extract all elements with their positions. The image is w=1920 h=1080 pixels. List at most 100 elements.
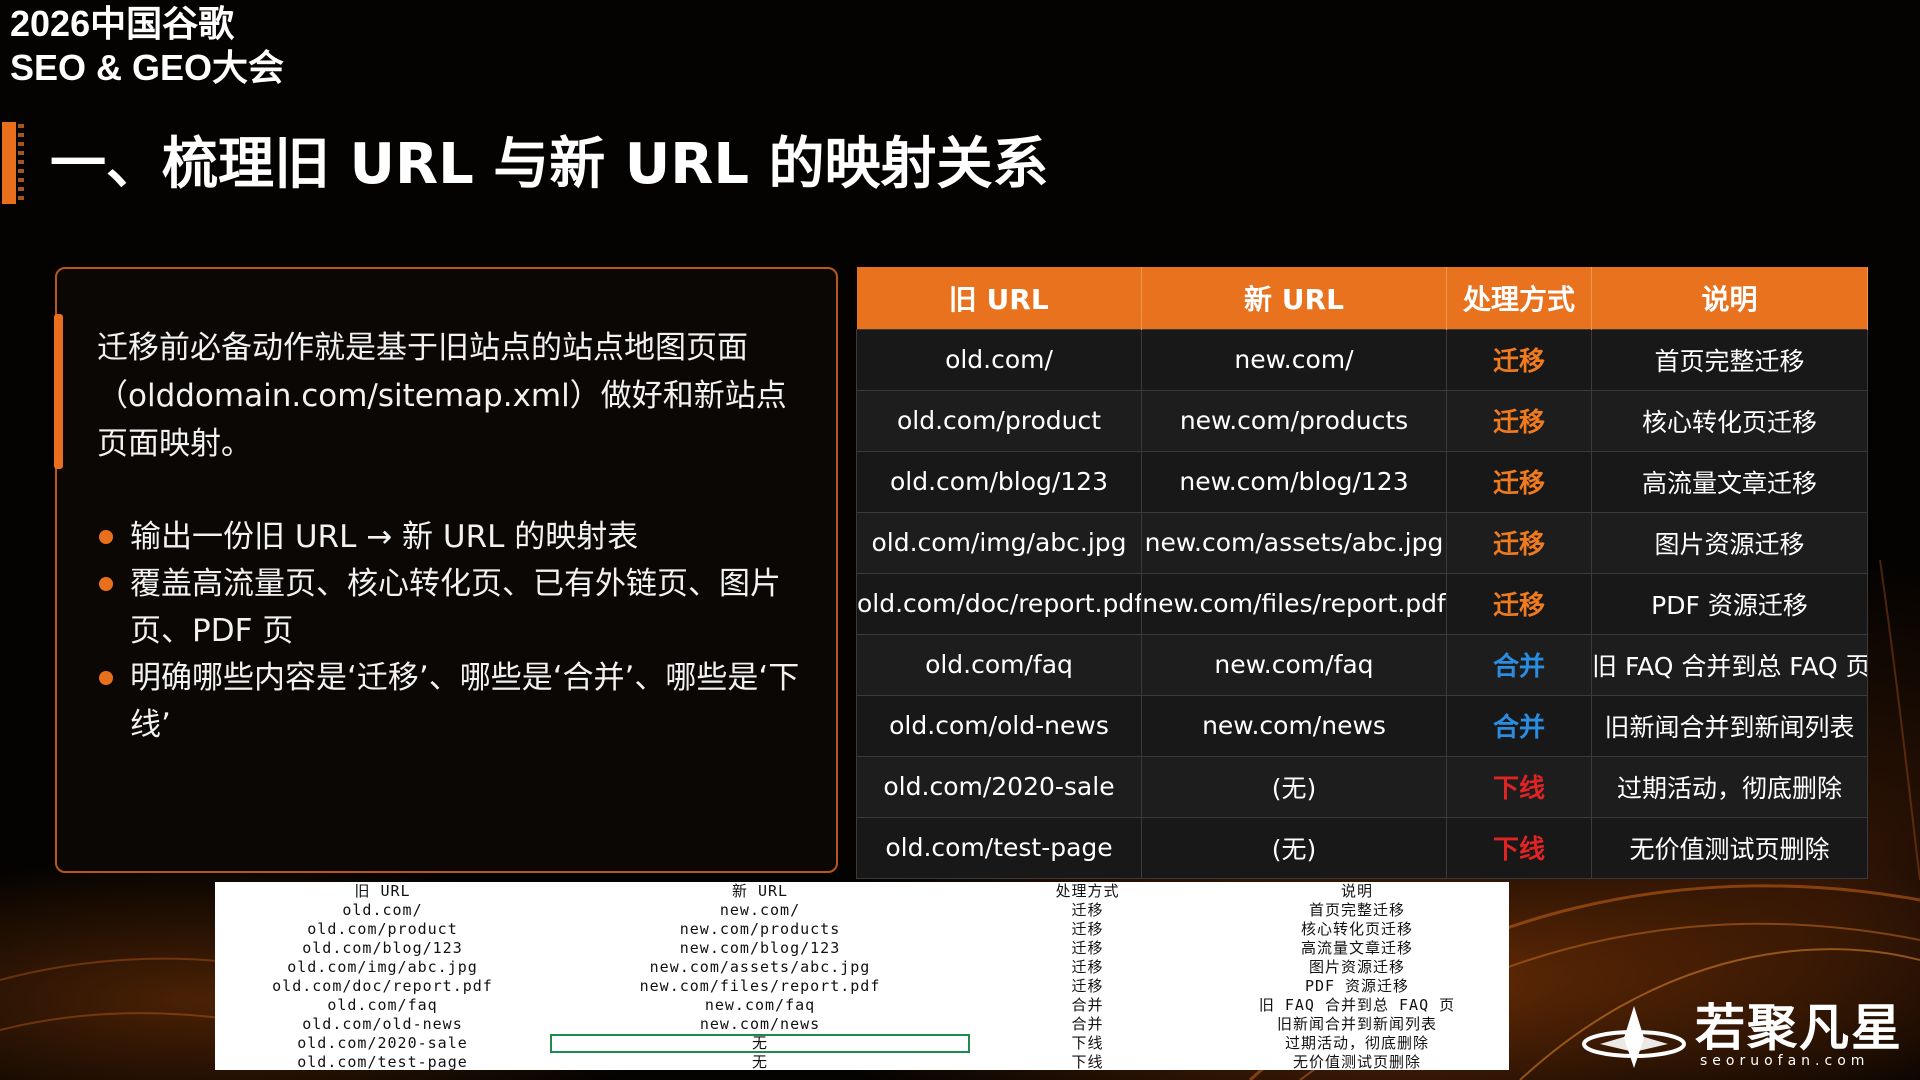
spreadsheet-row: old.com/blog/123 new.com/blog/123 迁移 高流量文章迁… xyxy=(215,939,1509,958)
spreadsheet-cell[interactable]: 无价值测试页删除 xyxy=(1205,1053,1509,1072)
spreadsheet-cell[interactable]: 高流量文章迁移 xyxy=(1205,939,1509,958)
method-cell: 迁移 xyxy=(1446,328,1592,391)
spreadsheet-cell[interactable]: 合并 xyxy=(970,1015,1205,1034)
old-url-cell: old.com/blog/123 xyxy=(856,450,1142,513)
spreadsheet-cell[interactable]: 无 xyxy=(550,1053,970,1072)
description-cell: 高流量文章迁移 xyxy=(1591,450,1868,513)
method-cell: 合并 xyxy=(1446,633,1592,696)
old-url-cell: old.com/faq xyxy=(856,633,1142,696)
mapping-table-row: old.com/old-news new.com/news 合并 旧新闻合并到新闻列表 xyxy=(856,694,1868,757)
old-url-cell: old.com/product xyxy=(856,389,1142,452)
spreadsheet-cell[interactable]: 迁移 xyxy=(970,939,1205,958)
description-cell: 核心转化页迁移 xyxy=(1591,389,1868,452)
old-url-cell: old.com/ xyxy=(856,328,1142,391)
mapping-table-row: old.com/doc/report.pdf new.com/files/repo… xyxy=(856,572,1868,635)
spreadsheet-cell[interactable]: 迁移 xyxy=(970,920,1205,939)
spreadsheet-selected-cell[interactable]: 无 xyxy=(550,1034,970,1053)
header-old-url: 旧 URL xyxy=(856,267,1142,329)
conference-title-line1: 2026中国谷歌 xyxy=(10,3,235,44)
star-logo-icon xyxy=(1582,1006,1686,1068)
spreadsheet-cell[interactable]: new.com/products xyxy=(550,920,970,939)
card-bullet-text: 覆盖高流量页、核心转化页、已有外链页、图片页、PDF 页 xyxy=(130,566,781,649)
spreadsheet-cell[interactable]: 下线 xyxy=(970,1034,1205,1053)
logo-name: 若聚凡星 xyxy=(1695,999,1903,1057)
spreadsheet-cell[interactable]: 核心转化页迁移 xyxy=(1205,920,1509,939)
card-accent-edge xyxy=(54,314,63,469)
spreadsheet-header-cell[interactable]: 新 URL xyxy=(550,882,970,901)
title-accent-dots xyxy=(18,124,24,200)
bullet-dot-icon xyxy=(99,530,113,544)
header-new-url: 新 URL xyxy=(1141,267,1447,329)
spreadsheet-cell[interactable]: old.com/doc/report.pdf xyxy=(215,977,550,996)
spreadsheet-header-cell[interactable]: 旧 URL xyxy=(215,882,550,901)
spreadsheet-header-row: 旧 URL 新 URL 处理方式 说明 xyxy=(215,882,1509,901)
spreadsheet-cell[interactable]: new.com/ xyxy=(550,901,970,920)
card-bullet-text: 输出一份旧 URL → 新 URL 的映射表 xyxy=(130,519,639,555)
method-cell: 迁移 xyxy=(1446,572,1592,635)
mapping-table-header-row: 旧 URL 新 URL 处理方式 说明 xyxy=(856,267,1868,329)
new-url-cell: new.com/faq xyxy=(1141,633,1447,696)
spreadsheet-cell[interactable]: old.com/img/abc.jpg xyxy=(215,958,550,977)
spreadsheet-cell[interactable]: old.com/old-news xyxy=(215,1015,550,1034)
spreadsheet-header-cell[interactable]: 处理方式 xyxy=(970,882,1205,901)
brand-logo: 若聚凡星 seoruofan.com xyxy=(1582,1000,1912,1072)
new-url-cell: new.com/assets/abc.jpg xyxy=(1141,511,1447,574)
description-cell: 首页完整迁移 xyxy=(1591,328,1868,391)
spreadsheet-cell[interactable]: 下线 xyxy=(970,1053,1205,1072)
spreadsheet-cell[interactable]: new.com/blog/123 xyxy=(550,939,970,958)
spreadsheet-row: old.com/2020-sale 无下线 过期活动，彻底删除 xyxy=(215,1034,1509,1053)
card-bullet-item: 明确哪些内容是‘迁移’、哪些是‘合并’、哪些是‘下线’ xyxy=(97,655,817,749)
spreadsheet-cell[interactable]: PDF 资源迁移 xyxy=(1205,977,1509,996)
spreadsheet-cell[interactable]: 首页完整迁移 xyxy=(1205,901,1509,920)
spreadsheet-cell[interactable]: 迁移 xyxy=(970,977,1205,996)
card-intro-text: 迁移前必备动作就是基于旧站点的站点地图页面（olddomain.com/site… xyxy=(97,330,787,462)
new-url-cell: new.com/ xyxy=(1141,328,1447,391)
old-url-cell: old.com/test-page xyxy=(856,816,1142,879)
spreadsheet-cell[interactable]: old.com/blog/123 xyxy=(215,939,550,958)
bullet-dot-icon xyxy=(99,577,113,591)
spreadsheet-cell[interactable]: 合并 xyxy=(970,996,1205,1015)
spreadsheet-cell[interactable]: old.com/ xyxy=(215,901,550,920)
new-url-cell: new.com/blog/123 xyxy=(1141,450,1447,513)
spreadsheet-cell[interactable]: new.com/files/report.pdf xyxy=(550,977,970,996)
card-bullet-text: 明确哪些内容是‘迁移’、哪些是‘合并’、哪些是‘下线’ xyxy=(130,660,800,743)
spreadsheet-cell[interactable]: 旧 FAQ 合并到总 FAQ 页 xyxy=(1205,996,1509,1015)
description-cell: 图片资源迁移 xyxy=(1591,511,1868,574)
new-url-cell: (无) xyxy=(1141,755,1447,818)
spreadsheet-row: old.com/img/abc.jpg new.com/assets/abc.jp… xyxy=(215,958,1509,977)
new-url-cell: new.com/news xyxy=(1141,694,1447,757)
old-url-cell: old.com/doc/report.pdf xyxy=(856,572,1142,635)
spreadsheet-cell[interactable]: 迁移 xyxy=(970,901,1205,920)
spreadsheet-cell[interactable]: old.com/2020-sale xyxy=(215,1034,550,1053)
spreadsheet-cell[interactable]: 图片资源迁移 xyxy=(1205,958,1509,977)
mapping-table-row: old.com/img/abc.jpg new.com/assets/abc.jp… xyxy=(856,511,1868,574)
description-cell: PDF 资源迁移 xyxy=(1591,572,1868,635)
new-url-cell: (无) xyxy=(1141,816,1447,879)
bullet-dot-icon xyxy=(99,671,113,685)
spreadsheet-cell[interactable]: old.com/product xyxy=(215,920,550,939)
spreadsheet-cell[interactable]: new.com/assets/abc.jpg xyxy=(550,958,970,977)
spreadsheet-cell[interactable]: old.com/faq xyxy=(215,996,550,1015)
mapping-table-row: old.com/faq new.com/faq 合并旧 FAQ 合并到总 FAQ 页 xyxy=(856,633,1868,696)
spreadsheet-row: old.com/faq new.com/faq 合并旧 FAQ 合并到总 FAQ 页 xyxy=(215,996,1509,1015)
page-title: 一、梳理旧 URL 与新 URL 的映射关系 xyxy=(50,132,1049,197)
spreadsheet-cell[interactable]: new.com/faq xyxy=(550,996,970,1015)
spreadsheet-cell[interactable]: old.com/test-page xyxy=(215,1053,550,1072)
spreadsheet-cell[interactable]: 迁移 xyxy=(970,958,1205,977)
mapping-table-row: old.com/test-page (无) 下线 无价值测试页删除 xyxy=(856,816,1868,879)
spreadsheet-row: old.com/test-page 无下线 无价值测试页删除 xyxy=(215,1053,1509,1072)
conference-title: 2026中国谷歌 SEO & GEO大会 xyxy=(10,2,284,90)
title-accent-bar xyxy=(2,122,16,204)
method-cell: 迁移 xyxy=(1446,450,1592,513)
spreadsheet-cell[interactable]: 过期活动，彻底删除 xyxy=(1205,1034,1509,1053)
new-url-cell: new.com/products xyxy=(1141,389,1447,452)
header-description: 说明 xyxy=(1591,267,1868,329)
mapping-table-row: old.com/2020-sale (无) 下线 过期活动，彻底删除 xyxy=(856,755,1868,818)
spreadsheet-row: old.com/product new.com/products 迁移 核心转化页迁移 xyxy=(215,920,1509,939)
method-cell: 下线 xyxy=(1446,816,1592,879)
mapping-table-body: old.com/new.com/迁移 首页完整迁移 old.com/product n… xyxy=(856,328,1868,879)
old-url-cell: old.com/old-news xyxy=(856,694,1142,757)
spreadsheet-cell[interactable]: new.com/news xyxy=(550,1015,970,1034)
spreadsheet-header-cell[interactable]: 说明 xyxy=(1205,882,1509,901)
spreadsheet-cell[interactable]: 旧新闻合并到新闻列表 xyxy=(1205,1015,1509,1034)
